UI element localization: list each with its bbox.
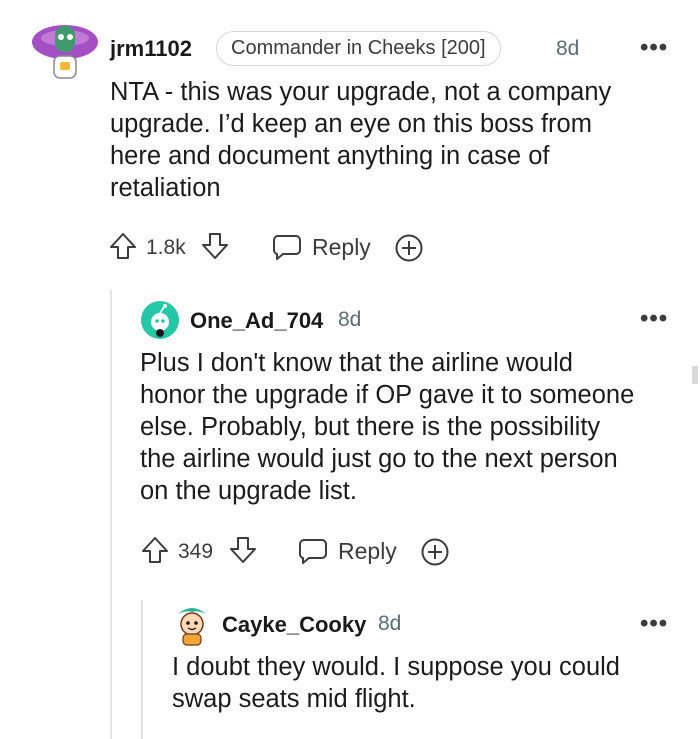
avatar[interactable] xyxy=(30,20,100,82)
comment-age: 8d xyxy=(556,37,580,60)
scrollbar-thumb[interactable] xyxy=(692,366,698,384)
comment-body: I doubt they would. I suppose you could … xyxy=(172,651,682,715)
comment-body: NTA - this was your upgrade, not a compa… xyxy=(110,76,680,204)
comment-line: I doubt they would. I suppose you could xyxy=(172,653,620,681)
avatar[interactable] xyxy=(172,604,212,646)
username[interactable]: Cayke_Cooky xyxy=(222,612,366,638)
username[interactable]: jrm1102 xyxy=(110,36,192,62)
reply-label: Reply xyxy=(312,234,371,260)
downvote-icon[interactable] xyxy=(228,535,258,565)
reply-button[interactable]: Reply xyxy=(298,535,398,567)
plus-circle-icon[interactable] xyxy=(394,233,424,263)
comment-line: honor the upgrade if OP gave it to someo… xyxy=(140,381,635,409)
user-flair: Commander in Cheeks [200] xyxy=(216,31,501,66)
more-options-button[interactable]: ••• xyxy=(640,610,668,638)
more-options-button[interactable]: ••• xyxy=(640,34,668,62)
upvote-icon[interactable] xyxy=(108,231,138,261)
comment-line: swap seats mid flight. xyxy=(172,685,416,713)
comment-line: NTA - this was your upgrade, not a compa… xyxy=(110,78,612,106)
vote-count: 1.8k xyxy=(146,236,186,259)
comment-line: on the upgrade list. xyxy=(140,477,357,505)
speech-bubble-icon xyxy=(299,539,327,564)
comment-line: upgrade. I’d keep an eye on this boss fr… xyxy=(110,110,592,138)
comment-line: Plus I don't know that the airline would xyxy=(140,349,573,377)
thread-line[interactable] xyxy=(141,600,143,739)
upvote-icon[interactable] xyxy=(140,535,170,565)
comment-line: retaliation xyxy=(110,174,221,202)
comment-age: 8d xyxy=(378,612,402,635)
more-options-button[interactable]: ••• xyxy=(640,305,668,333)
comment-line: here and document anything in case of xyxy=(110,142,550,170)
downvote-icon[interactable] xyxy=(200,231,230,261)
comment-body: Plus I don't know that the airline would… xyxy=(140,347,680,507)
comment-age: 8d xyxy=(338,308,362,331)
username[interactable]: One_Ad_704 xyxy=(190,308,323,334)
avatar[interactable] xyxy=(140,300,180,340)
speech-bubble-icon xyxy=(273,235,301,260)
reply-label: Reply xyxy=(338,538,397,564)
comment-line: the airline would just go to the next pe… xyxy=(140,445,618,473)
reply-button[interactable]: Reply xyxy=(272,231,372,263)
plus-circle-icon[interactable] xyxy=(420,537,450,567)
vote-count: 349 xyxy=(178,540,214,563)
thread-line[interactable] xyxy=(110,290,112,739)
comment-line: else. Probably, but there is the possibi… xyxy=(140,413,601,441)
